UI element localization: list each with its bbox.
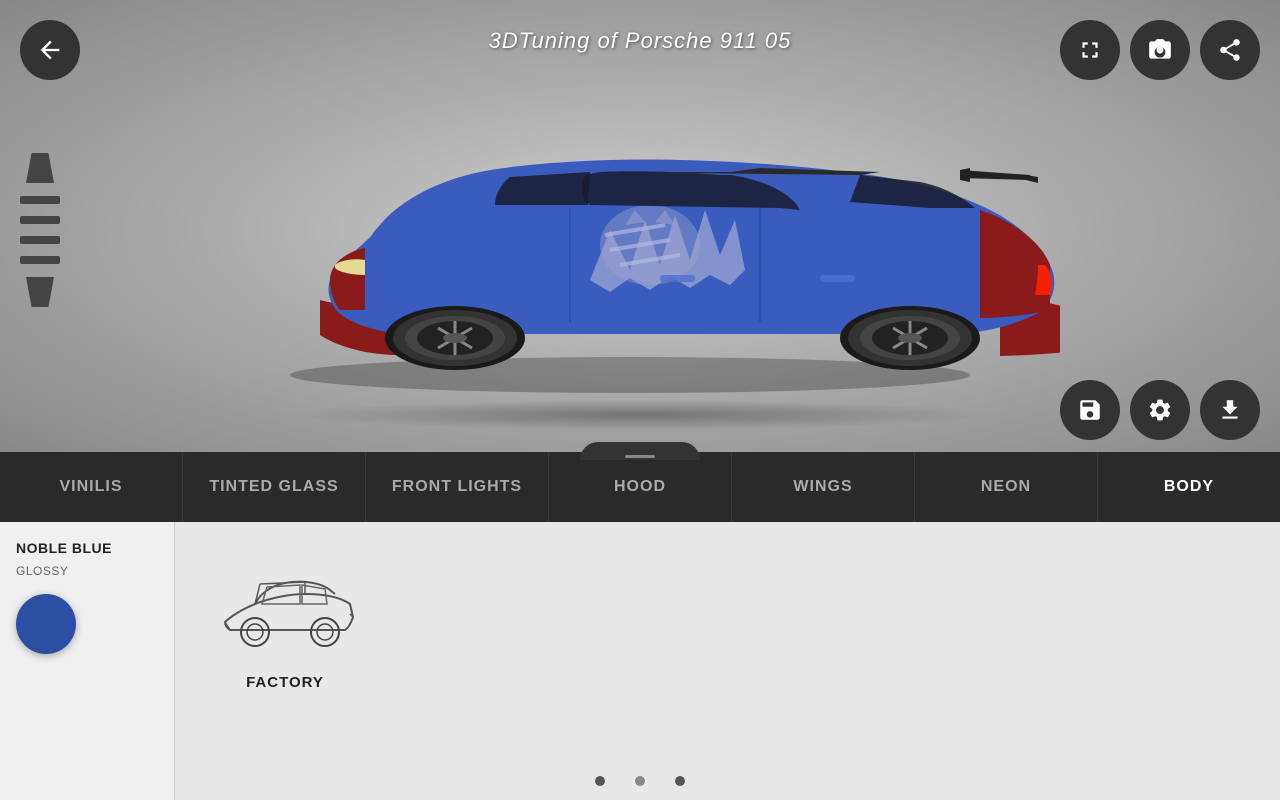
car-viewer: 3DTuning of Porsche 911 05 [0,0,1280,460]
toolbar-top-icon [26,153,54,183]
option-factory-label: FACTORY [246,674,324,691]
save-button[interactable] [1060,380,1120,440]
top-right-controls [1060,20,1260,80]
car-image [200,80,1060,420]
option-factory-image [205,542,365,662]
nav-item-front-lights[interactable]: FRONT LIGHTS [366,452,549,522]
bottom-right-controls [1060,380,1260,440]
fullscreen-button[interactable] [1060,20,1120,80]
color-swatch[interactable] [16,594,76,654]
options-panel: FACTORY [175,522,1280,800]
navigation-bar: VINILIS TINTED GLASS FRONT LIGHTS HOOD W… [0,452,1280,522]
toolbar-line-4 [20,256,60,264]
page-title: 3DTuning of Porsche 911 05 [489,28,792,54]
option-factory[interactable]: FACTORY [205,542,365,691]
settings-button[interactable] [1130,380,1190,440]
drag-line-1 [625,455,655,458]
dots-indicator [595,776,685,786]
toolbar-line-1 [20,196,60,204]
camera-button[interactable] [1130,20,1190,80]
dot-1[interactable] [595,776,605,786]
download-button[interactable] [1200,380,1260,440]
drag-handle-lines [625,455,655,460]
dot-3[interactable] [675,776,685,786]
nav-item-wings[interactable]: WINGS [732,452,915,522]
color-finish: GLOSSY [16,564,158,578]
nav-item-tinted-glass[interactable]: TINTED GLASS [183,452,366,522]
drag-handle[interactable] [580,442,700,460]
toolbar-line-2 [20,216,60,224]
color-name: NOBLE BLUE [16,540,158,556]
dot-2[interactable] [635,776,645,786]
nav-item-vinilis[interactable]: VINILIS [0,452,183,522]
nav-item-neon[interactable]: NEON [915,452,1098,522]
car-shadow [290,400,990,430]
color-panel: NOBLE BLUE GLOSSY [0,522,175,800]
share-button[interactable] [1200,20,1260,80]
nav-item-body[interactable]: BODY [1098,452,1280,522]
nav-item-hood[interactable]: HOOD [549,452,732,522]
back-button[interactable] [20,20,80,80]
toolbar-line-3 [20,236,60,244]
toolbar-bottom-icon [26,277,54,307]
left-toolbar [20,153,60,307]
bottom-panel: NOBLE BLUE GLOSSY [0,522,1280,800]
